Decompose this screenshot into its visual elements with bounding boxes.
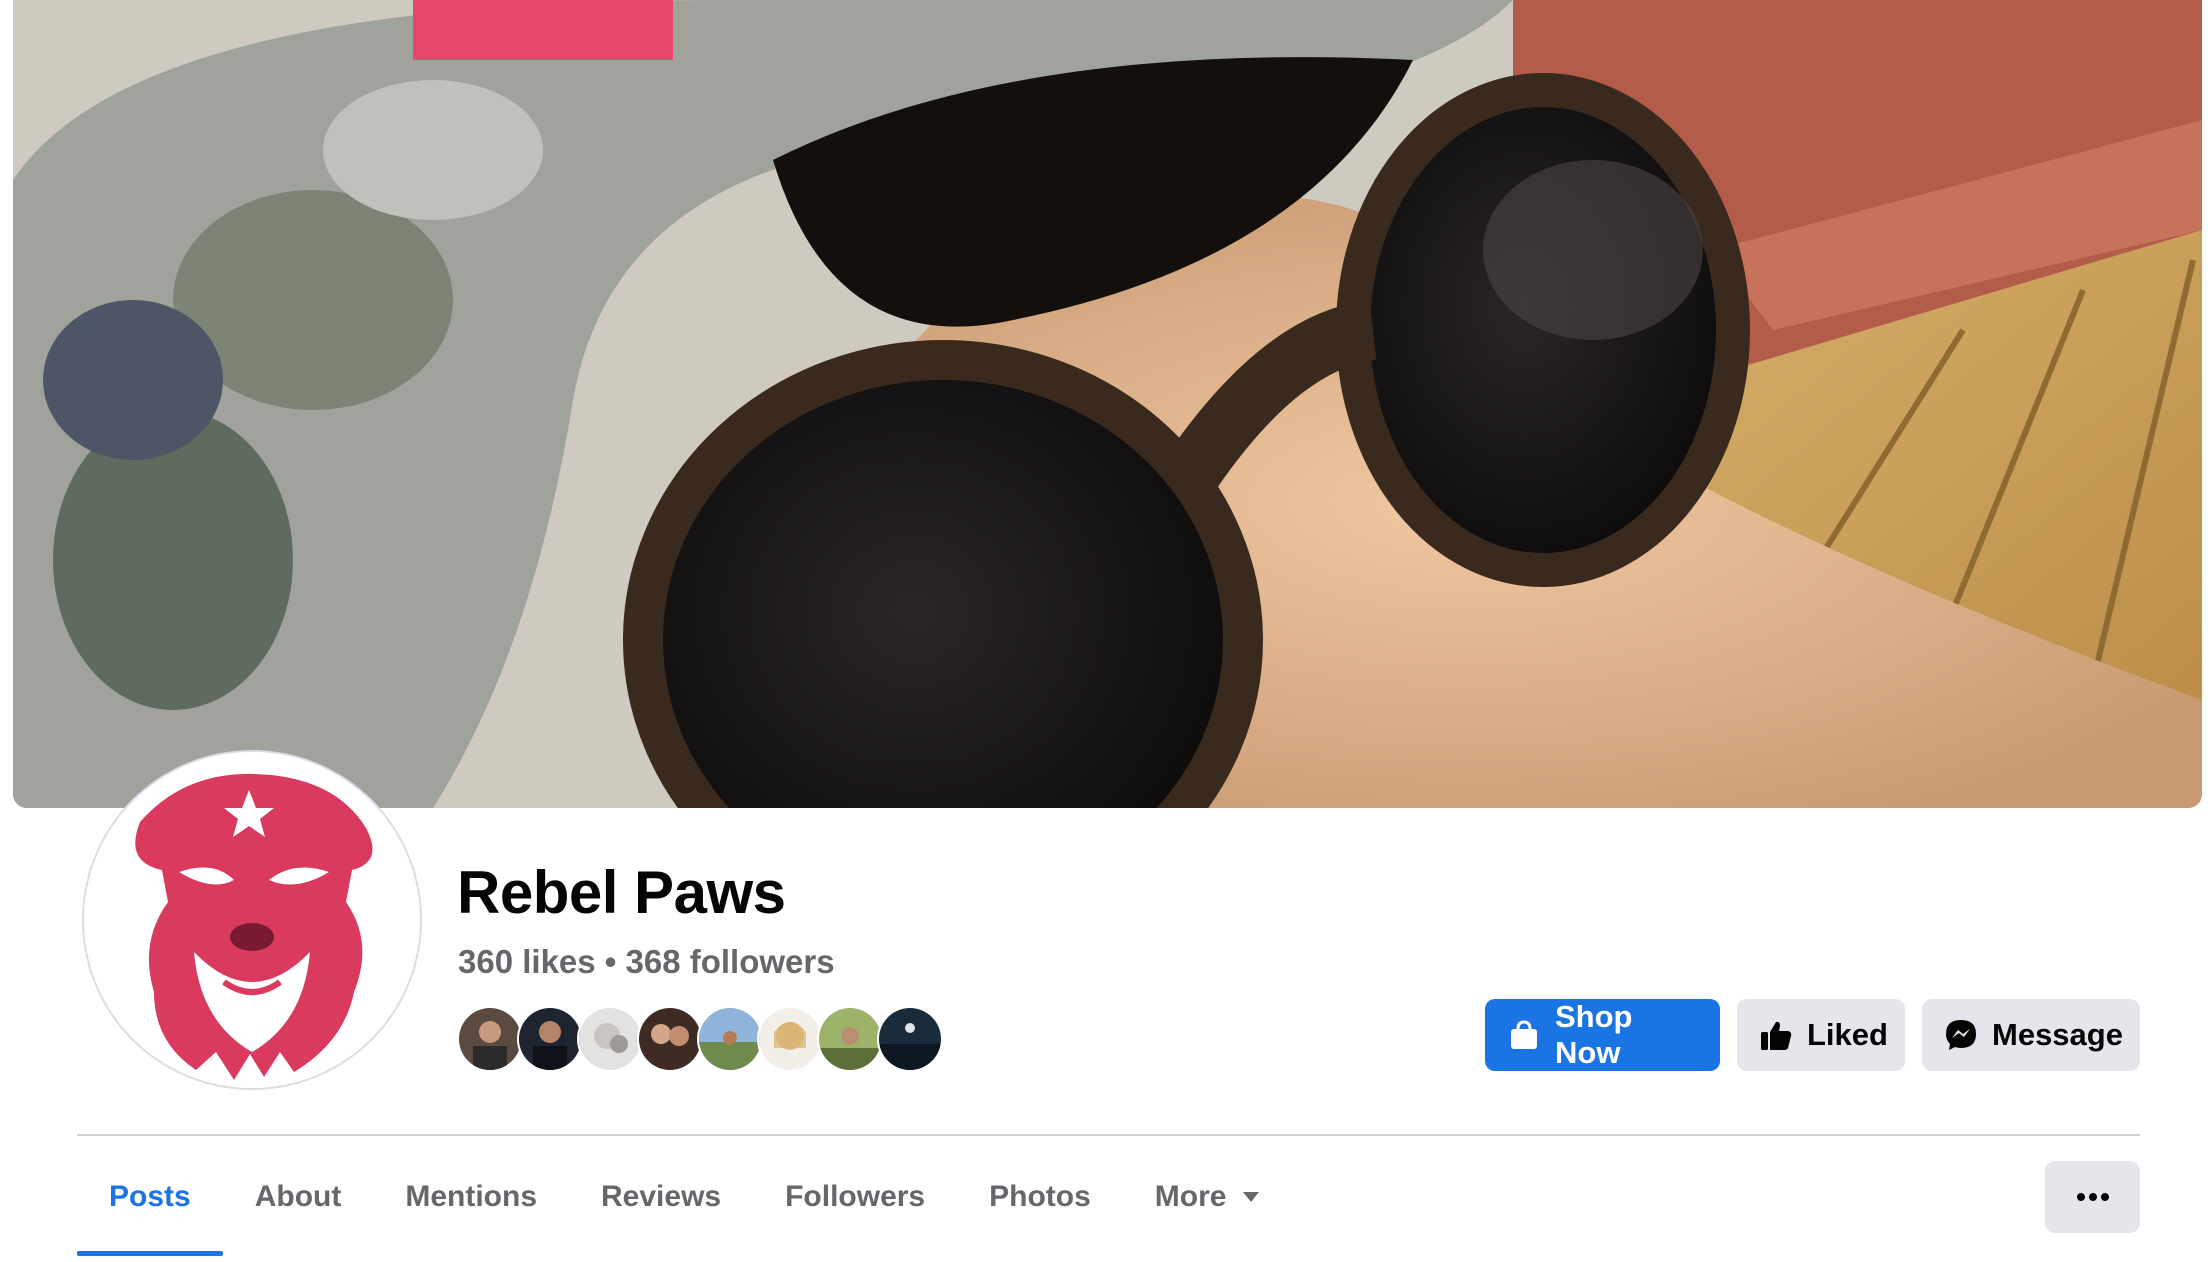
page-header: Rebel Paws 360 likes • 368 followers Sho… <box>0 0 2208 1262</box>
friend-avatar[interactable] <box>457 1006 523 1072</box>
cover-photo[interactable] <box>13 0 2202 808</box>
tab-label: Posts <box>109 1180 191 1213</box>
tab-label: Followers <box>785 1180 926 1213</box>
tab-label: About <box>254 1180 342 1213</box>
tab-about[interactable]: About <box>223 1136 374 1258</box>
shop-now-label: Shop Now <box>1555 999 1633 1070</box>
messenger-icon <box>1944 1018 1978 1052</box>
liked-label: Liked <box>1807 1017 1888 1052</box>
thumbs-up-icon <box>1759 1018 1793 1052</box>
message-button[interactable]: Message <box>1922 999 2140 1071</box>
tab-more[interactable]: More <box>1123 1136 1293 1258</box>
tab-label: More <box>1154 1180 1227 1213</box>
ellipsis-icon <box>2076 1192 2110 1202</box>
friend-avatar[interactable] <box>817 1006 883 1072</box>
tab-posts[interactable]: Posts <box>77 1136 223 1258</box>
message-label: Message <box>1992 1017 2123 1052</box>
page-actions: Shop Now Liked Message <box>1485 999 2140 1071</box>
shopping-bag-icon <box>1507 1018 1541 1052</box>
page-tabs: Posts About Mentions Reviews Followers P… <box>77 1136 1292 1258</box>
more-options-button[interactable] <box>2045 1161 2140 1233</box>
liked-button[interactable]: Liked <box>1737 999 1905 1071</box>
friend-avatar[interactable] <box>577 1006 643 1072</box>
shop-now-button[interactable]: Shop Now <box>1485 999 1720 1071</box>
tab-reviews[interactable]: Reviews <box>569 1136 753 1258</box>
friends-who-like-avatars[interactable] <box>457 1006 943 1072</box>
profile-picture[interactable] <box>84 752 420 1088</box>
page-title[interactable]: Rebel Paws <box>457 858 786 927</box>
friend-avatar[interactable] <box>637 1006 703 1072</box>
tab-mentions[interactable]: Mentions <box>373 1136 569 1258</box>
friend-avatar[interactable] <box>517 1006 583 1072</box>
friend-avatar[interactable] <box>697 1006 763 1072</box>
friend-avatar[interactable] <box>877 1006 943 1072</box>
friend-avatar[interactable] <box>757 1006 823 1072</box>
caret-down-icon <box>1242 1191 1260 1203</box>
tab-label: Photos <box>989 1180 1091 1213</box>
tab-followers[interactable]: Followers <box>753 1136 957 1258</box>
likes-followers-count[interactable]: 360 likes • 368 followers <box>458 943 835 981</box>
tab-label: Reviews <box>601 1180 722 1213</box>
tab-label: Mentions <box>405 1180 538 1213</box>
tab-photos[interactable]: Photos <box>957 1136 1123 1258</box>
